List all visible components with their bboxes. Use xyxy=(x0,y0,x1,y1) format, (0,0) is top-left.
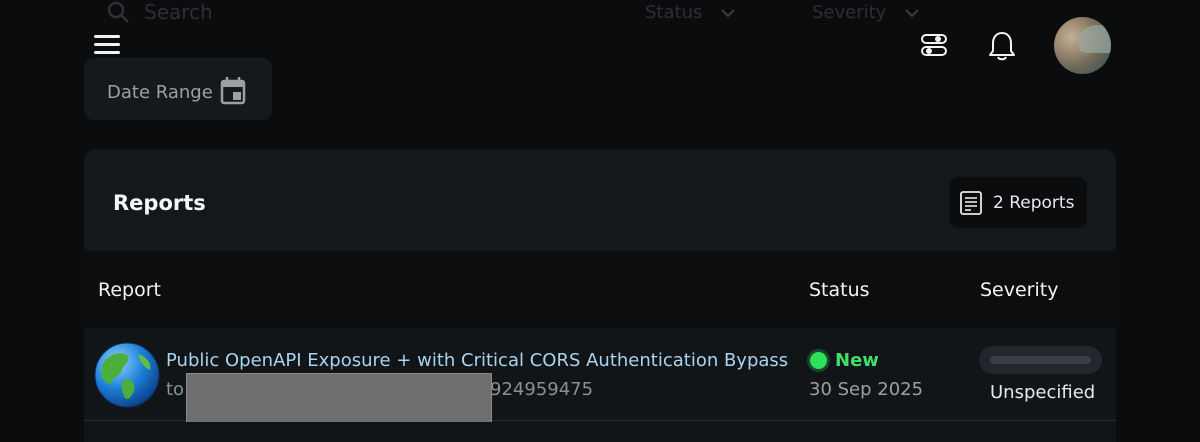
date-range-label: Date Range xyxy=(107,82,213,103)
reports-count-button[interactable]: 2 Reports xyxy=(949,177,1087,228)
reports-title: Reports xyxy=(113,191,206,215)
column-header-severity[interactable]: Severity xyxy=(980,279,1058,301)
calendar-icon xyxy=(220,77,246,105)
table-row[interactable]: Public OpenAPI Exposure + with Critical … xyxy=(84,328,1116,442)
severity-indicator xyxy=(979,346,1102,374)
globe-icon xyxy=(94,342,160,408)
reports-card: Reports 2 Reports Report Status Severity xyxy=(84,149,1116,442)
report-subtitle-prefix: to xyxy=(166,379,185,400)
user-avatar[interactable] xyxy=(1054,17,1111,74)
report-subtitle-suffix: 924959475 xyxy=(490,379,594,400)
column-header-report[interactable]: Report xyxy=(98,279,161,301)
table-header: Report Status Severity xyxy=(84,251,1116,328)
reports-header: Reports 2 Reports xyxy=(84,149,1116,251)
hamburger-menu-icon[interactable] xyxy=(94,35,120,55)
table-row[interactable] xyxy=(84,422,1116,442)
status-badge: New xyxy=(835,350,879,371)
status-dot-icon xyxy=(810,352,827,369)
severity-label: Unspecified xyxy=(990,382,1096,403)
document-icon xyxy=(960,190,982,215)
date-range-filter[interactable]: Date Range xyxy=(84,58,272,120)
bell-icon[interactable] xyxy=(987,30,1017,62)
reports-count-label: 2 Reports xyxy=(993,192,1075,213)
toggle-filters-icon[interactable] xyxy=(920,31,948,59)
report-date: 30 Sep 2025 xyxy=(809,379,924,400)
report-title-link[interactable]: Public OpenAPI Exposure + with Critical … xyxy=(166,350,788,371)
column-header-status[interactable]: Status xyxy=(809,279,870,301)
